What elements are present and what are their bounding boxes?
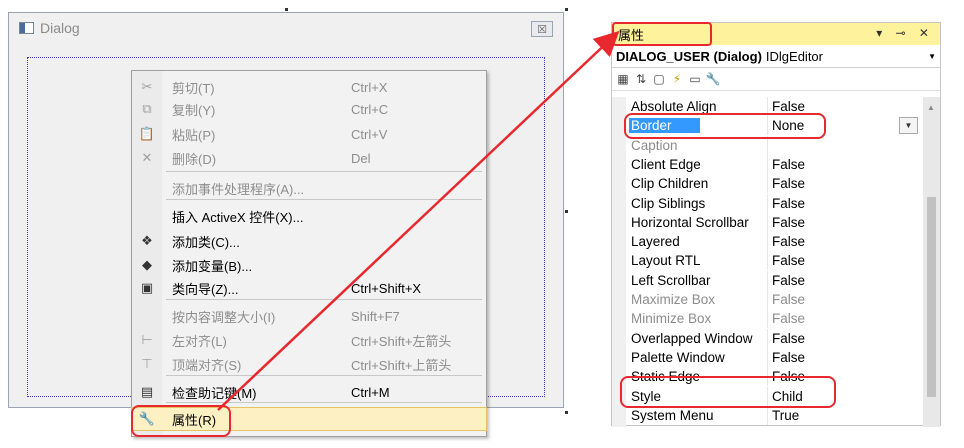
annotation-arrow	[217, 30, 620, 411]
